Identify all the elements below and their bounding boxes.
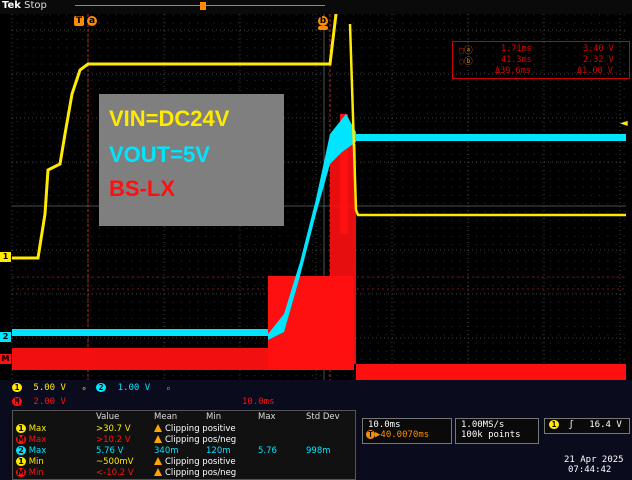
ch1-badge: 1 <box>16 423 26 433</box>
table-row[interactable]: M Min <-10.2 V Clipping pos/neg <box>13 467 343 478</box>
measurement-name: Min <box>28 456 44 467</box>
ch2-badge: 2 <box>96 383 107 392</box>
cursor-delta-time: Δ39.6ms <box>495 66 531 76</box>
measurement-mean: 340m <box>154 445 179 456</box>
measurement-value: 5.76 V <box>96 445 124 456</box>
top-status-bar: Tek Stop <box>0 0 632 14</box>
table-row[interactable]: M Max >10.2 V Clipping pos/neg <box>13 434 343 445</box>
ch2-scale: 1.00 V <box>117 383 151 393</box>
header-max: Max <box>258 412 276 422</box>
horizontal-scale: 10.0ms <box>368 420 401 430</box>
datetime-display: 21 Apr 2025 07:44:42 <box>564 455 624 475</box>
horizontal-delay: T ▶40.0070ms <box>366 430 451 440</box>
measurement-min: 120m <box>206 445 231 456</box>
trigger-settings[interactable]: 1 ʃ 16.4 V <box>544 418 630 434</box>
ch1-ground-marker[interactable]: 1 <box>0 252 11 262</box>
math-time: 10.0ms <box>242 397 275 407</box>
ch1-badge: 1 <box>549 420 559 429</box>
horizontal-settings[interactable]: 10.0ms T ▶40.0070ms <box>362 418 452 444</box>
ch1-scale: 5.00 V <box>33 383 66 393</box>
measurement-value: >10.2 V <box>96 434 131 445</box>
vin-label: VIN=DC24V <box>109 106 230 131</box>
cursor-b-marker <box>318 26 328 30</box>
bandwidth-icon: ₒ <box>165 383 171 393</box>
record-length: 100k points <box>461 430 521 440</box>
annotation-box: VIN=DC24V VOUT=5V BS-LX <box>99 94 284 226</box>
status-text: Tek Stop <box>2 0 47 11</box>
measurement-name: Max <box>28 423 47 434</box>
header-min: Min <box>206 412 222 422</box>
warning-icon <box>154 423 162 432</box>
measurement-name: Max <box>28 445 47 456</box>
acquisition-settings[interactable]: 1.00MS/s 100k points <box>455 418 539 444</box>
math-scale-row[interactable]: M 2.00 V 10.0ms <box>12 397 275 409</box>
measurement-value: <-10.2 V <box>96 467 134 478</box>
warning-icon <box>154 456 162 465</box>
cursor-b-value: 2.32 V <box>583 55 614 65</box>
cursor-a-value: 3.40 V <box>583 44 614 54</box>
cursor-b-time: 41.3ms <box>501 55 532 65</box>
measurement-note: Clipping positive <box>165 423 236 434</box>
math-badge: M <box>16 467 26 477</box>
measurement-max: 5.76 <box>258 445 277 456</box>
bandwidth-icon: ₒ <box>81 383 87 393</box>
bs-lx-label: BS-LX <box>109 176 175 201</box>
measurement-header: Value Mean Min Max Std Dev <box>13 411 343 423</box>
ch1-badge: 1 <box>12 383 22 392</box>
measurement-value: >30.7 V <box>96 423 131 434</box>
header-std-dev: Std Dev <box>306 412 340 422</box>
trigger-badge: T <box>366 430 375 439</box>
cursor-a-time: 1.71ms <box>501 44 532 54</box>
measurement-note: Clipping pos/neg <box>165 434 237 445</box>
table-row[interactable]: 1 Max >30.7 V Clipping positive <box>13 423 343 434</box>
measurement-name: Max <box>28 434 47 445</box>
time-text: 07:44:42 <box>568 465 612 475</box>
header-value: Value <box>96 412 120 422</box>
record-position-marker <box>200 2 206 10</box>
trigger-position-marker[interactable]: T <box>74 16 84 26</box>
waveform-display[interactable]: T a b 1 2 M ◄ VIN=DC24V VOUT=5V BS-LX □ⓐ… <box>0 13 632 386</box>
ch1-badge: 1 <box>16 456 26 466</box>
math-scale: 2.00 V <box>33 397 66 407</box>
measurement-std-dev: 998m <box>306 445 331 456</box>
trigger-level: 16.4 V <box>589 420 622 430</box>
measurement-name: Min <box>28 467 44 478</box>
channel-settings: 1 5.00 V ₒ 2 1.00 V ₒ M 2.00 V 10.0ms <box>12 381 356 409</box>
vout-label: VOUT=5V <box>109 142 210 167</box>
measurement-note: Clipping positive <box>165 456 236 467</box>
sample-rate: 1.00MS/s <box>461 420 505 430</box>
table-row[interactable]: 1 Min ~500mV Clipping positive <box>13 456 343 467</box>
cursor-a-marker[interactable]: a <box>87 16 97 26</box>
cursor-b-marker[interactable]: b <box>318 16 328 26</box>
header-mean: Mean <box>154 412 178 422</box>
warning-icon <box>154 434 162 443</box>
ch2-badge: 2 <box>16 445 26 455</box>
date-text: 21 Apr 2025 <box>564 455 624 465</box>
table-row[interactable]: 2 Max 5.76 V 340m 120m 5.76 998m <box>13 445 343 456</box>
measurement-value: ~500mV <box>96 456 134 467</box>
delay-value: ▶40.0070ms <box>375 430 430 440</box>
math-badge: M <box>12 397 22 406</box>
trigger-row: 1 ʃ 16.4 V <box>549 420 629 430</box>
trigger-level-marker[interactable]: ◄ <box>620 118 628 129</box>
cursor-delta-value: Δ1.08 V <box>577 66 613 76</box>
warning-icon <box>154 467 162 476</box>
rising-edge-icon: ʃ <box>568 420 574 430</box>
ch2-ground-marker[interactable]: 2 <box>0 332 11 342</box>
measurement-table: Value Mean Min Max Std Dev 1 Max >30.7 V… <box>12 410 356 480</box>
cursor-readout: □ⓐ 1.71ms 3.40 V ○ⓑ 41.3ms 2.32 V Δ39.6m… <box>452 41 630 79</box>
math-ground-marker[interactable]: M <box>0 354 11 364</box>
math-badge: M <box>16 434 26 444</box>
measurement-note: Clipping pos/neg <box>165 467 237 478</box>
ch1-scale-row[interactable]: 1 5.00 V ₒ 2 1.00 V ₒ <box>12 383 171 395</box>
